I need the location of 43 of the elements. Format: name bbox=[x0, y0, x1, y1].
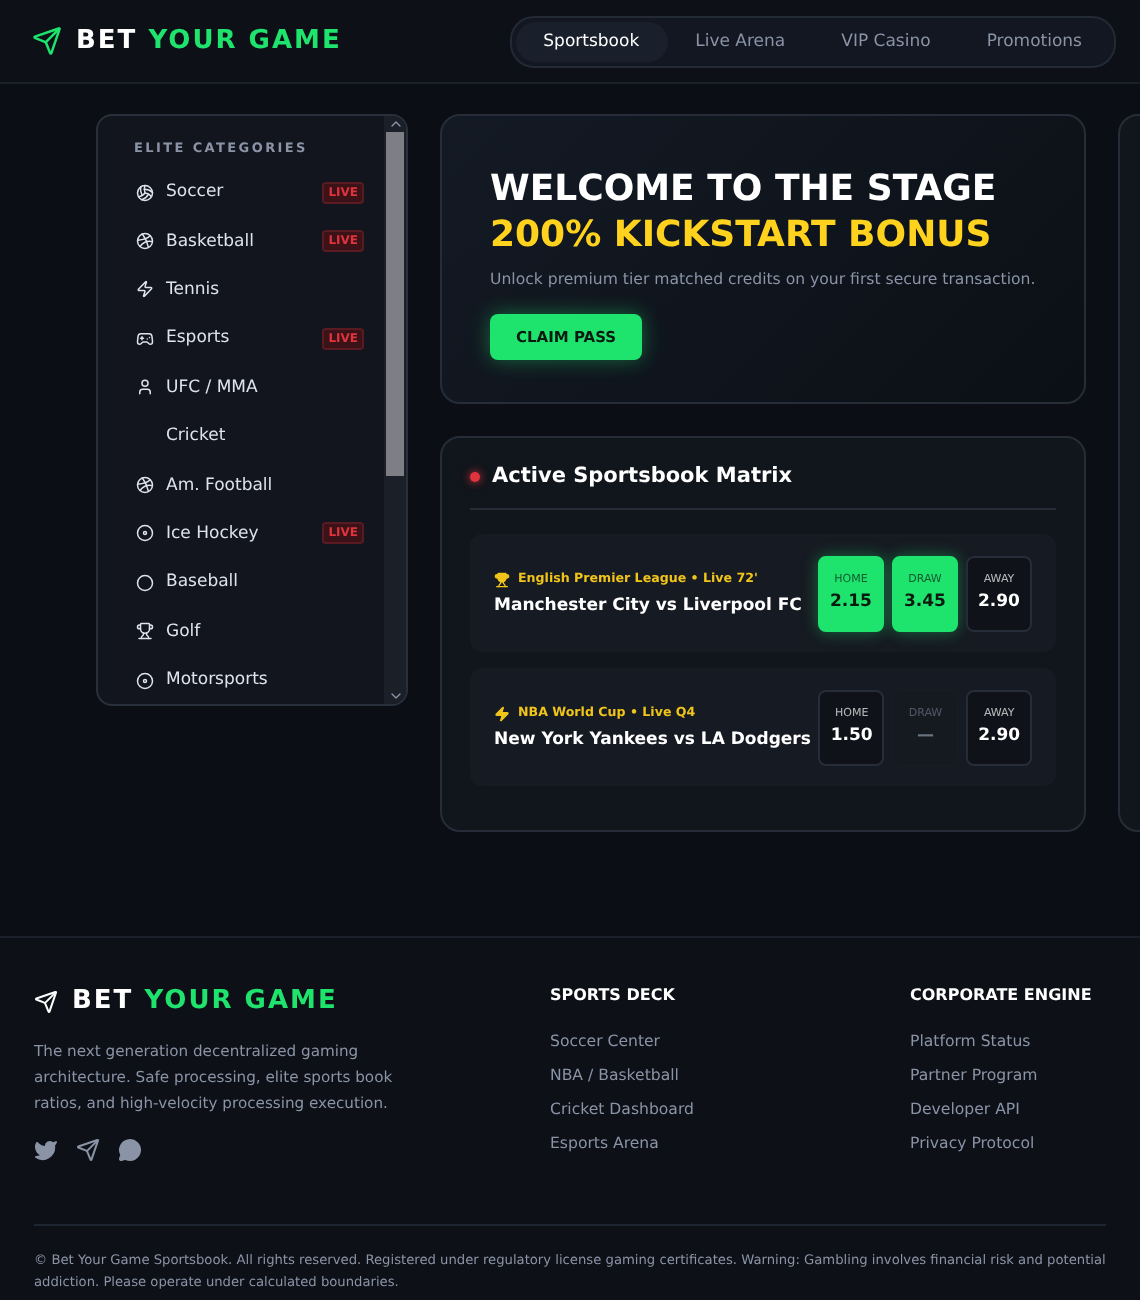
trophy-icon bbox=[135, 622, 153, 641]
ball-icon bbox=[135, 232, 153, 251]
logo-text: BET YOUR GAME bbox=[72, 986, 338, 1016]
telegram-icon[interactable] bbox=[76, 1137, 100, 1162]
promo-title: WELCOME TO THE STAGE bbox=[490, 168, 999, 213]
match-teams: New York Yankees vs LA Dodgers bbox=[494, 729, 811, 749]
gamepad-icon bbox=[135, 329, 153, 348]
chat-icon[interactable] bbox=[118, 1137, 142, 1162]
scroll-down-icon[interactable] bbox=[387, 688, 403, 704]
category-item[interactable]: Cricket bbox=[166, 426, 384, 447]
logo-text: BET YOUR GAME bbox=[76, 26, 342, 56]
category-item[interactable]: Motorsports bbox=[166, 670, 384, 691]
paper-plane-icon bbox=[34, 989, 58, 1013]
promo-highlight: 200% KICKSTART BONUS bbox=[490, 213, 994, 258]
nav-tab[interactable]: Sportsbook bbox=[515, 21, 668, 61]
twitter-icon[interactable] bbox=[34, 1137, 58, 1162]
category-item[interactable]: Esports bbox=[166, 328, 311, 349]
category-item[interactable]: UFC / MMA bbox=[166, 377, 384, 398]
category-item[interactable]: Golf bbox=[166, 621, 384, 642]
category-item[interactable]: Basketball bbox=[166, 231, 311, 252]
scroll-up-icon[interactable] bbox=[387, 116, 403, 132]
disc-icon bbox=[135, 671, 153, 690]
card-title: Active Sportsbook Matrix bbox=[492, 464, 793, 488]
trophy-icon bbox=[494, 571, 510, 587]
ball-icon bbox=[135, 183, 153, 202]
category-item[interactable]: Am. Football bbox=[166, 475, 384, 496]
scrollbar[interactable] bbox=[384, 116, 406, 704]
paper-plane-icon bbox=[32, 26, 62, 56]
person-icon bbox=[135, 378, 153, 397]
live-dot-icon bbox=[470, 471, 480, 481]
nav-tab[interactable]: VIP Casino bbox=[813, 21, 959, 61]
match-teams: Manchester City vs Liverpool FC bbox=[494, 595, 804, 615]
category-item[interactable]: Baseball bbox=[166, 572, 384, 593]
category-item[interactable]: Soccer bbox=[166, 182, 311, 203]
column-title: CORPORATE ENGINE bbox=[910, 986, 1094, 1004]
category-item[interactable]: Tennis bbox=[166, 279, 384, 300]
lightning-icon bbox=[494, 705, 510, 721]
category-item[interactable]: Ice Hockey bbox=[166, 523, 311, 544]
nav-tab[interactable]: Live Arena bbox=[667, 21, 814, 61]
ball-icon bbox=[135, 573, 153, 592]
column-title: SPORTS DECK bbox=[550, 986, 677, 1004]
nav-tab[interactable]: Promotions bbox=[958, 21, 1110, 61]
ball-icon bbox=[135, 476, 153, 495]
